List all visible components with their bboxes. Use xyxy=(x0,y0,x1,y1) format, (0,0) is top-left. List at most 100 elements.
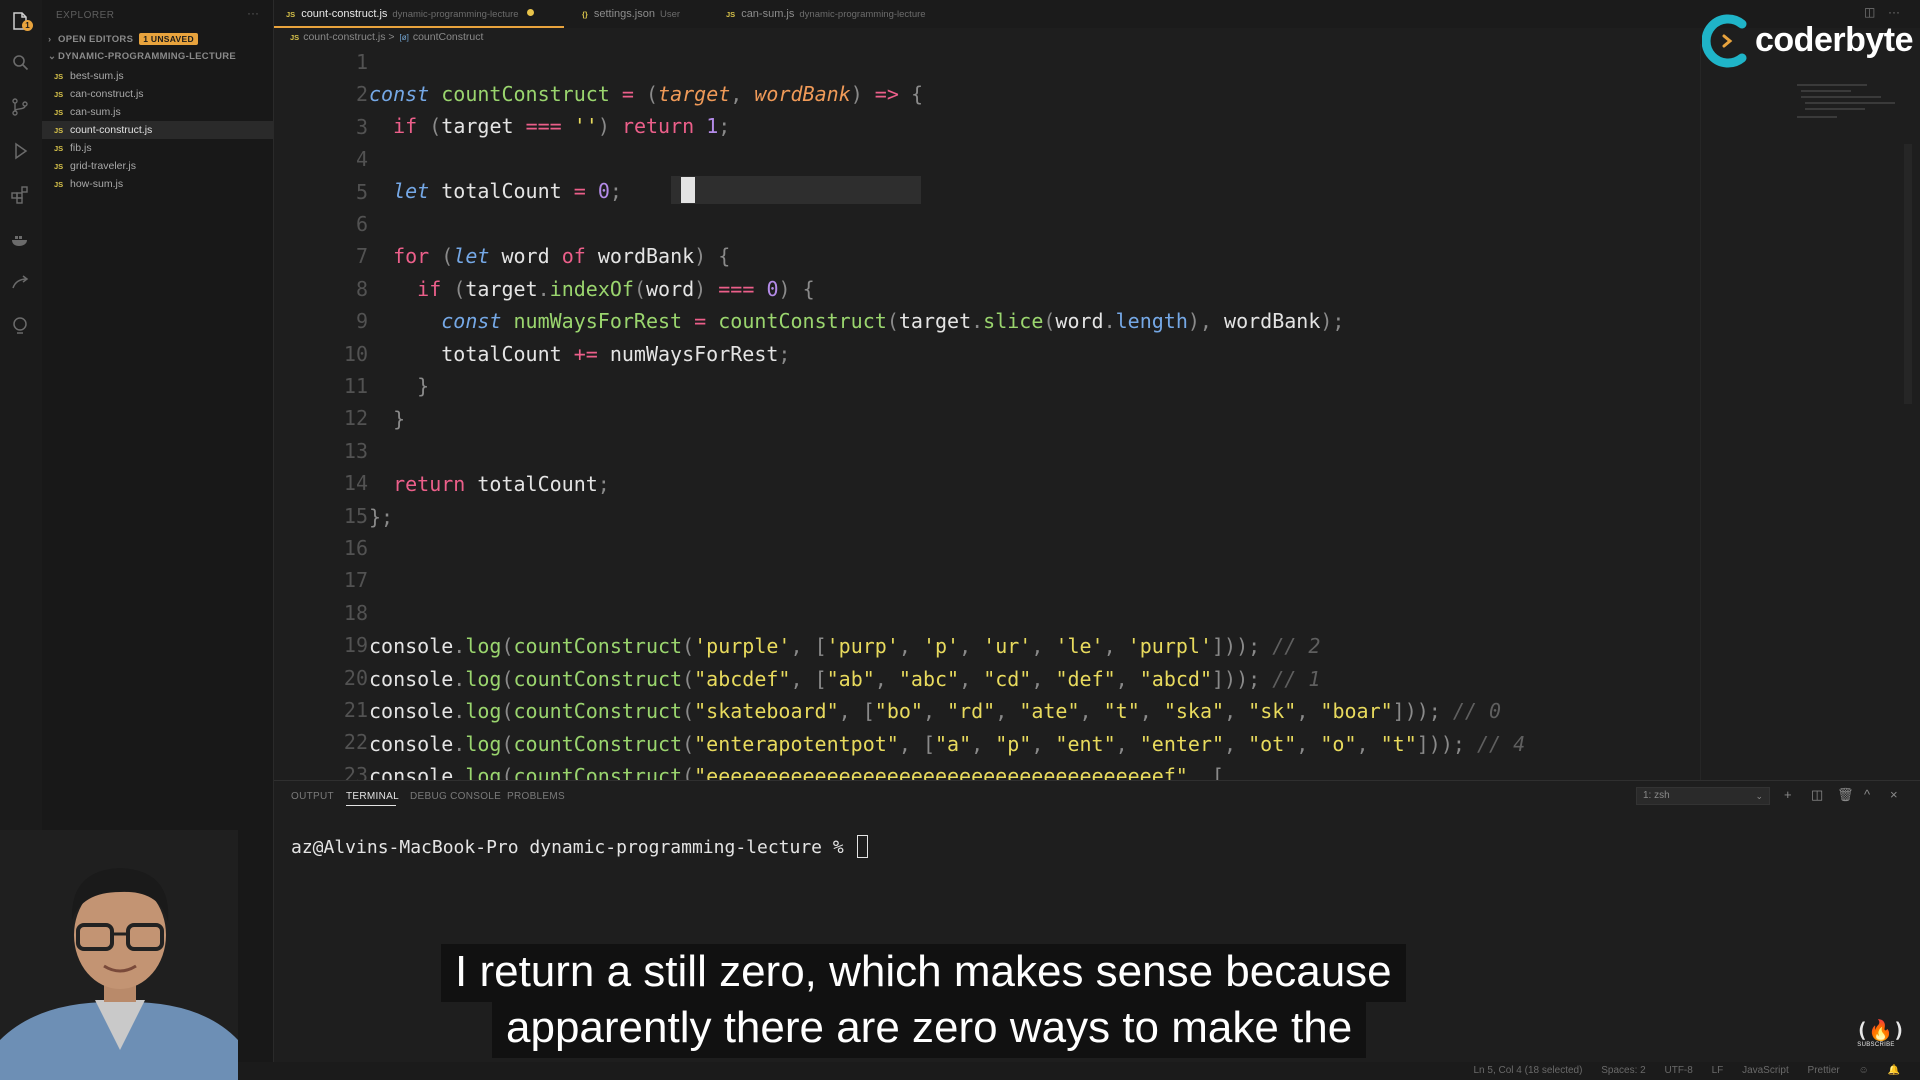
file-label: fib.js xyxy=(70,142,92,154)
code-editor[interactable]: 1 2 3 4 5 6 7 8 9 10 11 12 13 14 15 16 17 18 19 20 21 22 23 co… xyxy=(274,44,1700,780)
file-item[interactable]: JS can-sum.js xyxy=(42,103,274,121)
line-number: 20 xyxy=(343,665,368,690)
line-number: 4 xyxy=(355,147,368,172)
code-line-20: console.log(countConstruct("abcdef", ["a… xyxy=(369,667,1321,691)
tab-label: can-sum.js xyxy=(741,8,795,20)
code-line-8: if (target.indexOf(word) === 0) { xyxy=(417,277,815,301)
chevron-down-icon: ⌄ xyxy=(1755,791,1763,801)
source-control-icon[interactable] xyxy=(9,96,31,118)
line-number: 19 xyxy=(343,633,368,658)
tab-count-construct[interactable]: JS count-construct.js dynamic-programming-… xyxy=(286,0,534,28)
tab-output[interactable]: OUTPUT xyxy=(291,791,334,802)
line-number: 12 xyxy=(343,406,368,431)
maximize-panel-icon[interactable]: ^ xyxy=(1864,787,1870,802)
folder-label: DYNAMIC-PROGRAMMING-LECTURE xyxy=(58,51,237,62)
docker-icon[interactable] xyxy=(9,228,31,250)
tab-terminal[interactable]: TERMINAL xyxy=(346,791,399,802)
breadcrumb-symbol[interactable]: countConstruct xyxy=(413,31,484,43)
json-file-icon: {} xyxy=(582,10,588,19)
line-number: 15 xyxy=(343,503,368,528)
breadcrumb-separator: > xyxy=(388,31,395,43)
new-terminal-icon[interactable]: + xyxy=(1784,787,1792,802)
close-panel-icon[interactable]: × xyxy=(1890,787,1898,802)
line-number: 5 xyxy=(355,179,368,204)
remote-explorer-icon[interactable] xyxy=(9,314,31,336)
subtitle-line-1: I return a still zero, which makes sense… xyxy=(441,944,1406,1002)
line-number: 9 xyxy=(355,309,368,334)
breadcrumb-file[interactable]: count-construct.js xyxy=(303,31,385,43)
feedback-icon[interactable]: ☺ xyxy=(1859,1065,1869,1076)
extensions-icon[interactable] xyxy=(9,184,31,206)
cursor-position[interactable]: Ln 5, Col 4 (18 selected) xyxy=(1473,1065,1582,1076)
file-item[interactable]: JS can-construct.js xyxy=(42,85,274,103)
terminal-prompt: az@Alvins-MacBook-Pro dynamic-programmin… xyxy=(291,837,855,858)
split-editor-icon[interactable]: ◫ xyxy=(1864,5,1875,19)
tab-can-sum[interactable]: JS can-sum.js dynamic-programming-lecture xyxy=(726,0,926,28)
breadcrumb: JS count-construct.js > [ø] countConstruct xyxy=(290,31,483,43)
file-label: how-sum.js xyxy=(70,178,124,190)
code-line-3: if (target === '') return 1; xyxy=(393,114,731,138)
coderbyte-brand: coderbyte xyxy=(1755,21,1914,59)
unsaved-badge: 1 UNSAVED xyxy=(139,33,198,45)
subscribe-badge[interactable]: (🔥) SUBSCRIBE xyxy=(1856,1018,1905,1058)
file-label: grid-traveler.js xyxy=(70,160,136,172)
line-number: 14 xyxy=(343,471,368,496)
unsaved-dot-icon[interactable] xyxy=(526,9,534,16)
line-number: 2 xyxy=(355,82,368,107)
notifications-icon[interactable]: 🔔 xyxy=(1888,1065,1900,1076)
code-line-7: for (let word of wordBank) { xyxy=(393,244,731,268)
file-item[interactable]: JS best-sum.js xyxy=(42,67,274,85)
minimap[interactable] xyxy=(1700,44,1912,780)
file-item[interactable]: JS grid-traveler.js xyxy=(42,157,274,175)
tab-settings-json[interactable]: {} settings.json User xyxy=(582,0,680,28)
file-label: count-construct.js xyxy=(70,124,153,136)
explorer-title: EXPLORER xyxy=(56,10,115,21)
js-file-icon: JS xyxy=(54,126,64,135)
editor-more-icon[interactable]: ··· xyxy=(1888,5,1900,19)
chevron-right-icon: › xyxy=(48,34,52,45)
tab-description: dynamic-programming-lecture xyxy=(799,9,926,20)
text-cursor xyxy=(681,177,695,203)
subtitle-line-2: apparently there are zero ways to make t… xyxy=(492,1000,1367,1058)
vertical-scrollbar[interactable] xyxy=(1904,144,1912,404)
code-line-5: let totalCount = 0; xyxy=(393,179,622,203)
line-number: 13 xyxy=(343,438,368,463)
code-line-15: }; xyxy=(369,505,394,529)
js-file-icon: JS xyxy=(286,10,296,19)
minimap-line xyxy=(1797,116,1837,118)
line-number: 18 xyxy=(343,600,368,625)
js-file-icon: JS xyxy=(726,10,736,19)
file-item[interactable]: JS count-construct.js xyxy=(42,121,274,139)
line-number: 10 xyxy=(343,341,368,366)
split-terminal-icon[interactable]: ◫ xyxy=(1811,787,1823,803)
formatter[interactable]: Prettier xyxy=(1808,1065,1840,1076)
search-icon[interactable] xyxy=(9,52,31,74)
end-of-line[interactable]: LF xyxy=(1712,1065,1724,1076)
language-mode[interactable]: JavaScript xyxy=(1742,1065,1789,1076)
minimap-line xyxy=(1801,90,1851,92)
terminal-shell-select[interactable]: 1: zsh ⌄ xyxy=(1636,787,1770,805)
code-line-2: const countConstruct = (target, wordBank… xyxy=(369,82,923,106)
js-file-icon: JS xyxy=(54,180,64,189)
run-debug-icon[interactable] xyxy=(9,140,31,162)
subscribe-label: SUBSCRIBE xyxy=(1857,1042,1895,1048)
chevron-down-icon: ⌄ xyxy=(48,51,57,62)
minimap-line xyxy=(1801,96,1881,98)
file-label: can-sum.js xyxy=(70,106,121,118)
indentation[interactable]: Spaces: 2 xyxy=(1601,1065,1645,1076)
open-editors-section[interactable]: › OPEN EDITORS 1 UNSAVED xyxy=(48,33,198,45)
tab-problems[interactable]: PROBLEMS xyxy=(507,791,565,802)
code-line-22: console.log(countConstruct("enterapotent… xyxy=(369,732,1526,756)
folder-section[interactable]: ⌄ DYNAMIC-PROGRAMMING-LECTURE xyxy=(48,51,236,62)
file-item[interactable]: JS fib.js xyxy=(42,139,274,157)
live-share-icon[interactable] xyxy=(9,272,31,294)
tab-debug-console[interactable]: DEBUG CONSOLE xyxy=(410,791,501,802)
js-file-icon: JS xyxy=(54,72,64,81)
file-label: can-construct.js xyxy=(70,88,144,100)
kill-terminal-icon[interactable]: 🗑 xyxy=(1837,787,1854,803)
more-actions-icon[interactable]: ··· xyxy=(247,6,259,20)
file-item[interactable]: JS how-sum.js xyxy=(42,175,274,193)
js-file-icon: JS xyxy=(290,33,300,42)
terminal-prompt-line[interactable]: az@Alvins-MacBook-Pro dynamic-programmin… xyxy=(291,835,868,858)
encoding[interactable]: UTF-8 xyxy=(1664,1065,1692,1076)
